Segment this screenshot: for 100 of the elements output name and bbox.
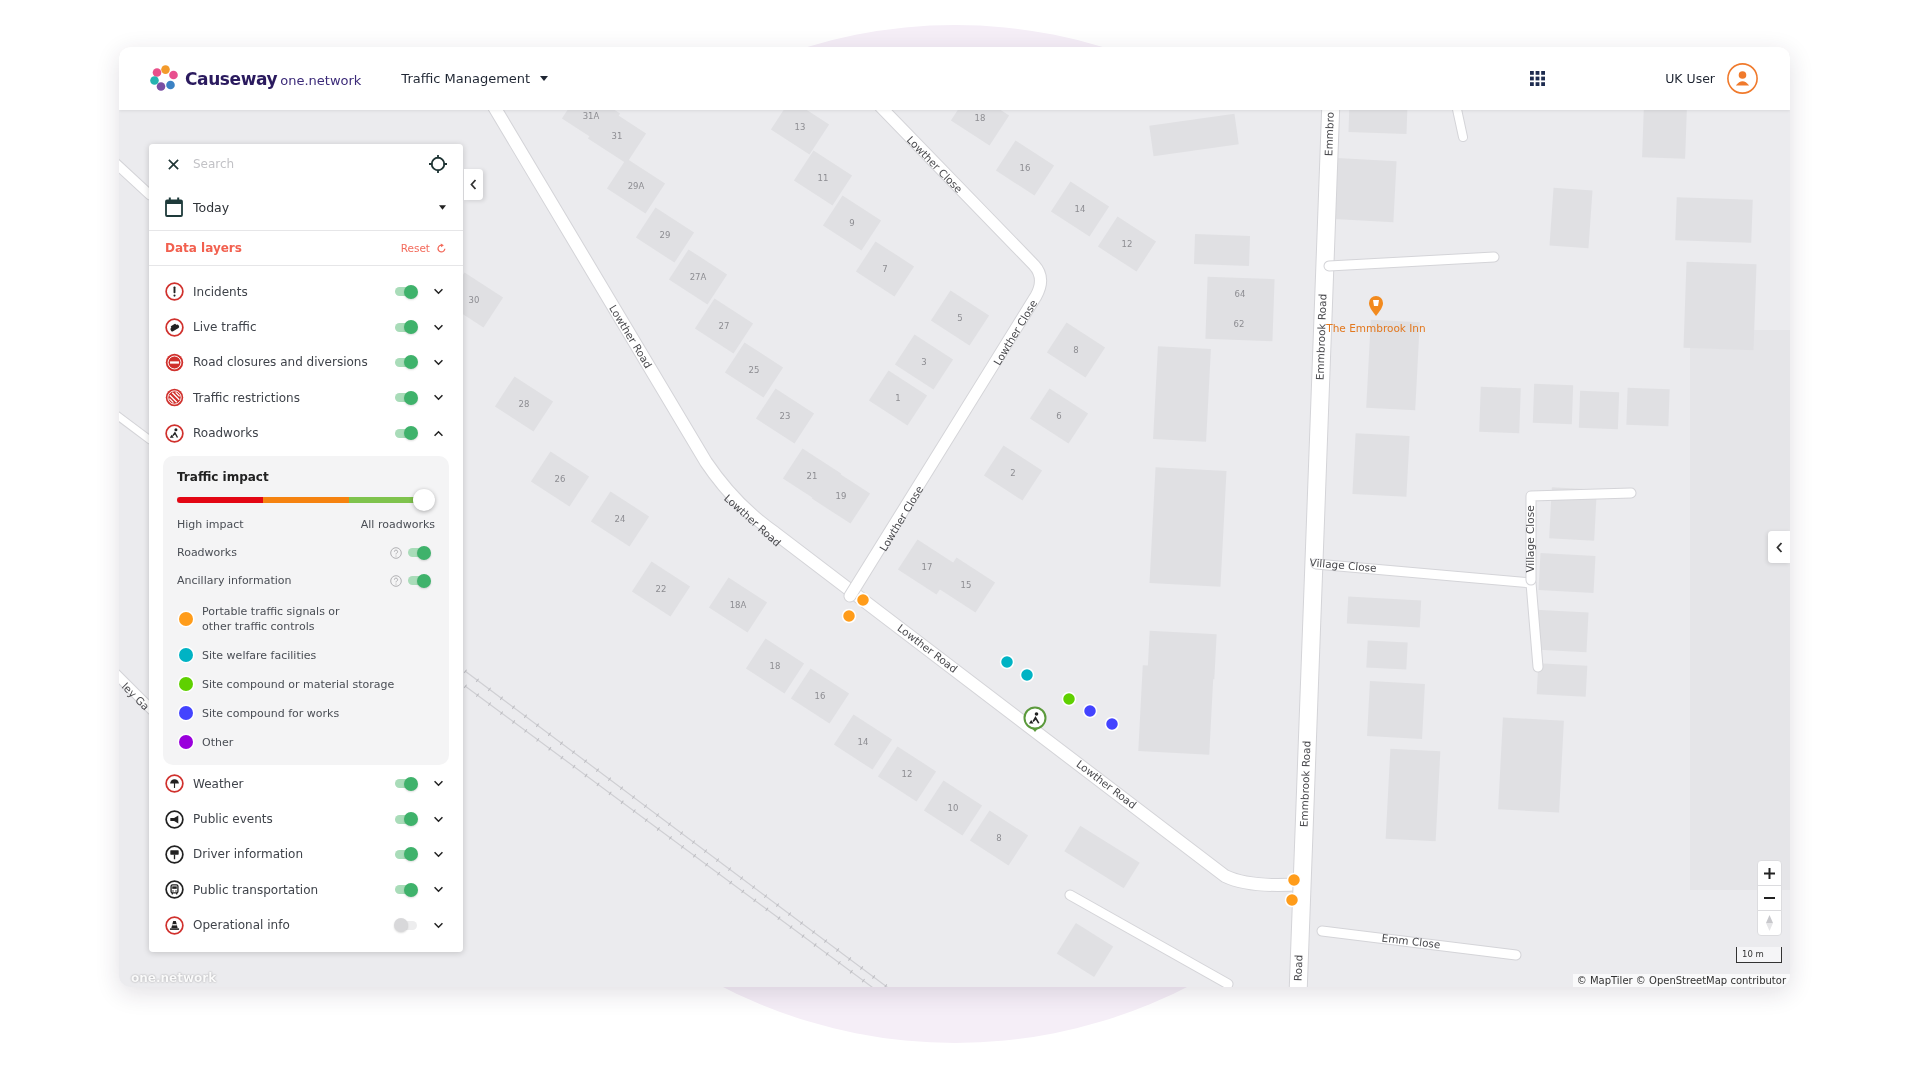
apps-grid-icon[interactable] [1530,71,1546,86]
layer-toggle[interactable] [394,320,418,335]
house-number: 30 [468,294,480,305]
street-label: Village Close [1524,505,1536,573]
layer-toggle[interactable] [394,812,418,827]
house-number: 29 [659,229,671,240]
street-label: ley Ga [119,680,152,713]
megaphone-icon [165,809,184,829]
legend-label: Portable traffic signals or other traffic controls [202,603,340,634]
chevron-down-icon[interactable] [433,921,444,929]
house-number: 26 [554,473,566,484]
date-dropdown[interactable]: Today [193,196,446,218]
chevron-left-icon [470,179,477,190]
house-number: 2 [1010,467,1016,478]
house-number: 11 [817,172,829,183]
refresh-icon [436,242,447,254]
house-number: 7 [882,263,888,274]
street-label: Emmbro [1322,111,1336,157]
house-number: 13 [794,121,806,132]
chevron-up-icon[interactable] [433,429,444,437]
chevron-down-icon[interactable] [433,780,444,788]
house-number: 31A [582,110,600,121]
digging-worker-icon [165,423,184,443]
house-number: 6 [1056,410,1062,421]
house-number: 14 [857,736,869,747]
traffic-cone-icon [165,915,184,935]
worker-pin-icon[interactable] [1023,706,1047,732]
legend-label: Site compound or material storage [202,676,395,692]
layer-toggle[interactable] [394,882,418,897]
house-number: 27A [689,271,707,282]
street-label: Road [1291,954,1305,982]
layer-label: Driver information [193,847,304,862]
brand-suffix: one.network [280,72,362,88]
module-menu[interactable]: Traffic Management [401,71,549,86]
slider-max-label: All roadworks [360,516,435,533]
map-marker[interactable] [855,592,871,608]
layer-toggle[interactable] [394,284,418,299]
house-number: 3 [921,356,927,367]
house-number: 28 [518,398,530,409]
brand-name: Causeway [185,68,278,89]
layer-toggle[interactable] [394,390,418,405]
house-number: 18A [729,599,747,610]
house-number: 19 [835,490,847,501]
house-number: 17 [921,561,933,572]
section-title: Data layers [165,241,242,255]
car-icon [165,317,184,337]
layer-toggle[interactable] [394,355,418,370]
house-number: 16 [1019,162,1031,173]
caret-icon [540,76,549,81]
house-number: 64 [1234,288,1246,299]
umbrella-icon [165,774,184,794]
scale-bar: 10 m [1736,947,1782,963]
house-number: 14 [1074,203,1086,214]
help-icon[interactable] [390,574,402,587]
house-number: 27 [718,320,730,331]
layer-toggle[interactable] [394,776,418,791]
layer-toggle[interactable] [394,426,418,441]
user-avatar-icon [1727,63,1758,94]
street-label: Emm Close [1381,931,1442,951]
layer-label: Traffic restrictions [193,390,301,405]
layer-label: Public transportation [193,882,320,897]
chevron-down-icon[interactable] [433,886,444,894]
crosshair-icon[interactable] [428,154,448,174]
chevron-down-icon[interactable] [433,394,444,402]
layer-label: Roadworks [193,426,260,441]
house-number: 15 [960,579,972,590]
slider-thumb[interactable] [413,488,435,511]
layer-toggle[interactable] [407,545,431,560]
house-number: 5 [957,312,963,323]
logo-icon [149,65,180,92]
layer-toggle[interactable] [407,573,431,588]
close-icon[interactable] [167,157,180,171]
attribution-text[interactable]: © MapTiler © OpenStreetMap contributor [1572,974,1790,987]
street-label: Village Close [1309,556,1378,574]
striped-circle-icon [165,388,184,408]
chevron-down-icon[interactable] [433,288,444,296]
house-number: 10 [947,802,959,813]
help-icon[interactable] [390,546,402,559]
house-number: 24 [614,513,626,524]
street-label: Emmbrook Road [1297,740,1313,828]
search-field[interactable]: Search [193,154,415,174]
zoom-in-button[interactable] [1757,860,1782,886]
side-panel-button[interactable] [1768,531,1790,563]
layer-toggle[interactable] [394,847,418,862]
zoom-out-button[interactable] [1757,885,1782,911]
legend-label: Site welfare facilities [202,647,317,663]
chevron-down-icon[interactable] [433,815,444,823]
house-number: 12 [1121,238,1133,249]
layer-toggle[interactable] [394,918,418,933]
chevron-down-icon[interactable] [433,323,444,331]
chevron-down-icon[interactable] [433,358,444,366]
collapse-panel-button[interactable] [464,169,483,200]
signpost-icon [165,844,184,864]
house-number: 8 [996,832,1002,843]
house-number: 18 [769,660,781,671]
layer-label: Live traffic [193,320,258,335]
house-number: 12 [901,768,913,779]
map-pin-icon[interactable] [1369,296,1383,316]
chevron-down-icon[interactable] [433,850,444,858]
user-menu[interactable]: UK User [1665,63,1758,94]
